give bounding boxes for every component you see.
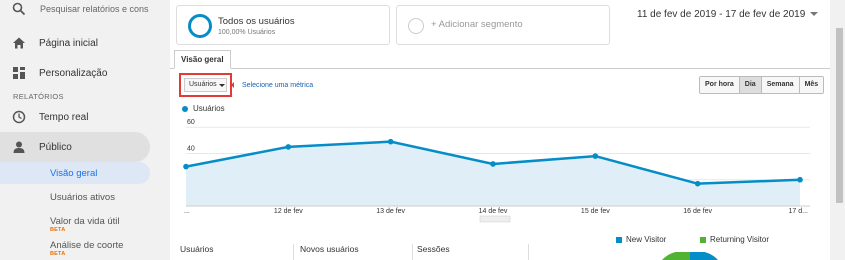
vertical-scrollbar[interactable] <box>834 0 845 260</box>
x-tick-label: ... <box>184 208 190 215</box>
summary-sessions-header: Sessões <box>417 244 450 254</box>
reports-section-label: RELATÓRIOS <box>13 92 64 101</box>
tab-overview[interactable]: Visão geral <box>174 50 231 69</box>
legend-swatch <box>182 105 188 112</box>
legend-swatch <box>700 236 706 243</box>
clock-icon <box>12 110 26 124</box>
sidebar-subitem-label: Visão geral <box>50 168 98 179</box>
segment-all-users[interactable]: Todos os usuários 100,00% Usuários <box>176 5 390 45</box>
granularity-hour-button[interactable]: Por hora <box>700 77 740 93</box>
metric-select[interactable]: Usuários <box>184 78 227 92</box>
granularity-day-button[interactable]: Dia <box>739 77 762 93</box>
data-point <box>592 153 599 159</box>
summary-users-header: Usuários <box>180 244 214 254</box>
sidebar-search[interactable] <box>0 0 160 20</box>
metric-selected-label: Usuários <box>189 81 217 88</box>
add-segment-label: + Adicionar segmento <box>431 19 523 30</box>
x-tick-label: 14 de fev <box>479 208 508 215</box>
beta-badge: BETA <box>50 251 66 257</box>
segment-title: Todos os usuários <box>218 16 295 27</box>
sidebar-item-audience[interactable]: Público <box>0 132 150 162</box>
chart-legend: Usuários <box>182 104 225 113</box>
summary-new-users-header: Novos usuários <box>300 244 359 254</box>
sidebar-item-label: Página inicial <box>39 37 98 49</box>
x-tick-label: 13 de fev <box>376 208 405 215</box>
search-icon <box>12 2 26 16</box>
granularity-month-button[interactable]: Mês <box>799 77 824 93</box>
sidebar-item-customization[interactable]: Personalização <box>0 58 160 88</box>
sidebar: Página inicial Personalização RELATÓRIOS… <box>0 0 160 260</box>
x-tick-label: 17 d... <box>789 208 809 215</box>
sidebar-subitem-label: Usuários ativos <box>50 192 115 203</box>
pie-legend-new-visitor: New Visitor <box>616 235 666 244</box>
sidebar-item-label: Personalização <box>39 67 108 79</box>
granularity-week-button[interactable]: Semana <box>761 77 800 93</box>
summary-divider <box>293 244 294 260</box>
pie-slice-returning <box>662 252 690 260</box>
data-point <box>387 138 394 145</box>
legend-swatch <box>616 236 622 243</box>
sidebar-subitem-cohort[interactable]: Análise de coorte BETA <box>0 234 150 257</box>
metric-dropdown[interactable]: Usuários <box>179 73 232 97</box>
segment-ring-icon <box>188 14 212 38</box>
data-point <box>183 163 189 170</box>
chevron-down-icon <box>810 12 819 17</box>
sidebar-item-realtime[interactable]: Tempo real <box>0 102 160 132</box>
date-range-picker[interactable]: 11 de fev de 2019 - 17 de fev de 2019 <box>637 9 819 20</box>
date-range-text: 11 de fev de 2019 - 17 de fev de 2019 <box>637 9 806 20</box>
sidebar-subitem-active-users[interactable]: Usuários ativos <box>0 186 150 208</box>
dashboard-grid-icon <box>13 67 25 79</box>
sidebar-subitem-overview[interactable]: Visão geral <box>0 162 150 184</box>
x-tick-label: 12 de fev <box>274 208 303 215</box>
tabs-divider <box>170 68 830 69</box>
beta-badge: BETA <box>50 227 66 233</box>
report-panel: Todos os usuários 100,00% Usuários + Adi… <box>170 0 830 260</box>
segment-percentage: 100,00% Usuários <box>218 29 276 36</box>
sidebar-item-home[interactable]: Página inicial <box>0 28 160 58</box>
x-tick-label: 16 de fev <box>683 208 712 215</box>
arrow-left-icon <box>231 82 234 88</box>
empty-segment-circle-icon <box>408 18 424 34</box>
y-tick-label: 40 <box>187 145 195 152</box>
chart-range-handle <box>479 215 511 223</box>
data-point <box>797 176 803 183</box>
select-metric-link[interactable]: Selecione uma métrica <box>242 82 313 89</box>
sidebar-subitem-lifetime-value[interactable]: Valor da vida útil BETA <box>0 210 150 233</box>
home-icon <box>13 37 25 49</box>
sidebar-item-label: Tempo real <box>39 111 89 123</box>
legend-label: New Visitor <box>626 235 667 244</box>
y-tick-label: 60 <box>187 119 195 126</box>
sidebar-subitem-label: Análise de coorte <box>50 240 124 251</box>
pie-legend-returning-visitor: Returning Visitor <box>700 235 769 244</box>
sidebar-subitem-label: Valor da vida útil <box>50 216 120 227</box>
series-area <box>186 141 800 206</box>
granularity-toggle: Por hora Dia Semana Mês <box>699 76 825 94</box>
data-point <box>490 161 496 167</box>
search-input[interactable] <box>40 2 155 16</box>
legend-label: Returning Visitor <box>710 235 769 244</box>
sidebar-item-label: Público <box>39 141 72 153</box>
scrollbar-thumb[interactable] <box>836 28 843 203</box>
users-line-chart: 204060...12 de fev13 de fev14 de fev15 d… <box>183 119 810 223</box>
person-icon <box>13 141 25 153</box>
visitor-pie-chart <box>662 252 718 260</box>
legend-label: Usuários <box>193 104 225 113</box>
x-tick-label: 15 de fev <box>581 208 610 215</box>
data-point <box>694 180 701 187</box>
pie-slice-new <box>690 252 718 260</box>
chevron-down-icon <box>219 84 225 87</box>
summary-divider <box>412 244 413 260</box>
data-point <box>285 144 292 150</box>
add-segment-button[interactable]: + Adicionar segmento <box>396 5 610 45</box>
analytics-app: Página inicial Personalização RELATÓRIOS… <box>0 0 845 260</box>
summary-divider <box>528 244 529 260</box>
